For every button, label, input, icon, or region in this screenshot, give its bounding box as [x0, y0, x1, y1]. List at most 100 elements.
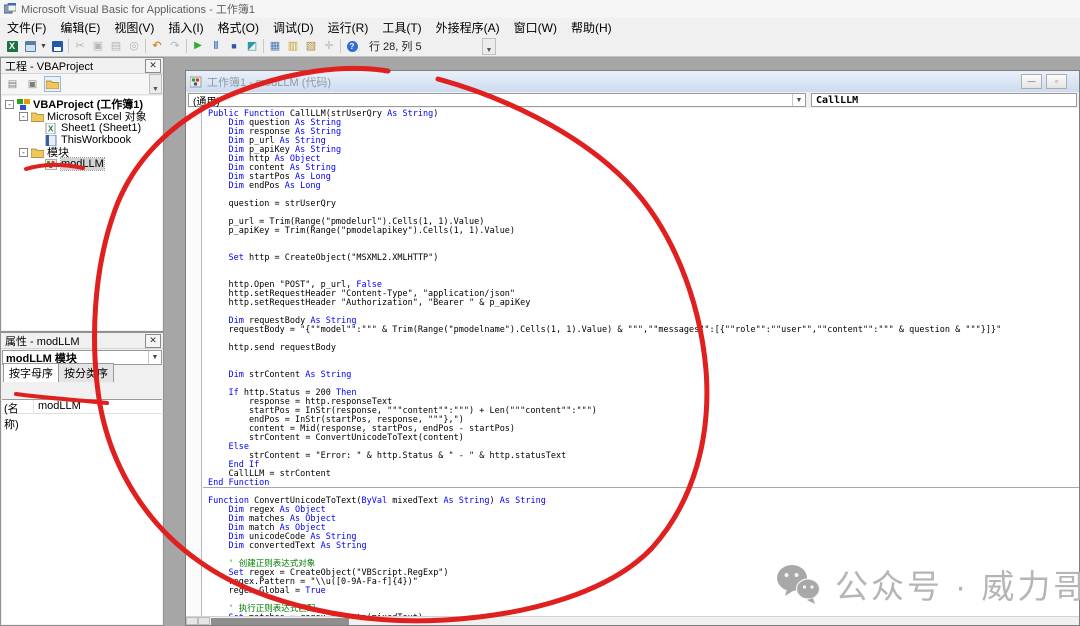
menu-item-6[interactable]: 运行(R)	[321, 17, 376, 38]
properties-panel-close-icon[interactable]: ✕	[145, 334, 161, 348]
vbaproject-icon	[17, 99, 30, 110]
code-line-17[interactable]: Set http = CreateObject("MSXML2.XMLHTTP"…	[208, 254, 1079, 263]
code-line-22[interactable]: http.setRequestHeader "Authorization", "…	[208, 299, 1079, 308]
split-handle-icon[interactable]	[198, 617, 210, 625]
copy-icon[interactable]: ▣	[89, 38, 107, 55]
toolbox-icon[interactable]: ✛	[320, 38, 338, 55]
view-code-icon[interactable]: ▤	[4, 76, 21, 92]
code-line-8[interactable]: Dim startPos As Long	[208, 173, 1079, 182]
code-line-46[interactable]: Dim matches As Object	[208, 515, 1079, 524]
menu-item-0[interactable]: 文件(F)	[0, 17, 53, 38]
find-icon[interactable]: ◎	[125, 38, 143, 55]
property-value[interactable]: modLLM	[34, 400, 81, 413]
code-line-37[interactable]: strContent = ConvertUnicodeToText(conten…	[208, 434, 1079, 443]
code-line-10[interactable]	[208, 191, 1079, 200]
menu-bar: 文件(F)编辑(E)视图(V)插入(I)格式(O)调试(D)运行(R)工具(T)…	[0, 18, 1080, 36]
toggle-folders-icon[interactable]	[44, 76, 61, 92]
properties-grid: (名称) modLLM	[2, 399, 162, 624]
tree-item-label: modLLM	[61, 158, 104, 170]
run-icon[interactable]: ▶	[189, 38, 207, 55]
code-line-5[interactable]: Dim p_apiKey As String	[208, 146, 1079, 155]
code-line-41[interactable]: CallLLM = strContent	[208, 470, 1079, 479]
help-icon[interactable]: ?	[343, 38, 361, 55]
code-line-39[interactable]: strContent = "Error: " & http.Status & "…	[208, 452, 1079, 461]
code-line-30[interactable]: Dim strContent As String	[208, 371, 1079, 380]
code-line-28[interactable]	[208, 353, 1079, 362]
tree-item-modllm[interactable]: modLLM	[2, 158, 162, 170]
menu-item-9[interactable]: 窗口(W)	[507, 17, 564, 38]
object-browser-icon[interactable]: ▧	[302, 38, 320, 55]
restore-icon[interactable]: ▫	[1046, 74, 1067, 89]
code-line-6[interactable]: Dim http As Object	[208, 155, 1079, 164]
tree-item-sheet1-sheet1-[interactable]: XSheet1 (Sheet1)	[2, 122, 162, 134]
tree-item-thisworkbook[interactable]: ThisWorkbook	[2, 134, 162, 146]
tree-item--[interactable]: -模块	[2, 146, 162, 158]
properties-tabs: 按字母序 按分类序	[1, 366, 163, 382]
code-line-40[interactable]: End If	[208, 461, 1079, 470]
chevron-down-icon: ▼	[792, 94, 805, 106]
reset-icon[interactable]: ■	[225, 38, 243, 55]
split-handle-icon[interactable]	[186, 617, 198, 625]
code-window-titlebar: 工作簿1 - modLLM (代码) — ▫	[186, 71, 1079, 92]
code-line-26[interactable]	[208, 335, 1079, 344]
procedure-dropdown-value: CallLLM	[816, 95, 858, 106]
menu-item-8[interactable]: 外接程序(A)	[429, 17, 507, 38]
project-panel-scroll-icon[interactable]: ▼	[149, 74, 162, 94]
menu-item-5[interactable]: 调试(D)	[266, 17, 321, 38]
project-panel-close-icon[interactable]: ✕	[145, 59, 161, 73]
tab-alphabetic[interactable]: 按字母序	[3, 363, 59, 382]
code-line-11[interactable]: question = strUserQry	[208, 200, 1079, 209]
insert-userform-icon[interactable]	[21, 38, 39, 55]
code-line-27[interactable]: http.send requestBody	[208, 344, 1079, 353]
cut-icon[interactable]: ✂	[71, 38, 89, 55]
collapse-icon[interactable]: -	[19, 148, 28, 157]
view-excel-icon[interactable]: X	[3, 38, 21, 55]
menu-item-10[interactable]: 帮助(H)	[564, 17, 619, 38]
tree-item-microsoft-excel-[interactable]: -Microsoft Excel 对象	[2, 110, 162, 122]
chevron-down-icon: ▼	[148, 351, 161, 364]
code-line-49[interactable]: Dim convertedText As String	[208, 542, 1079, 551]
minimize-icon[interactable]: —	[1021, 74, 1042, 89]
menu-item-4[interactable]: 格式(O)	[211, 17, 266, 38]
code-line-42[interactable]: End Function	[203, 479, 1079, 488]
code-window-selectors: (通用) ▼ CallLLM	[186, 92, 1079, 108]
property-row[interactable]: (名称) modLLM	[2, 400, 162, 414]
object-dropdown[interactable]: (通用) ▼	[188, 93, 806, 107]
menu-item-2[interactable]: 视图(V)	[107, 17, 161, 38]
properties-window-icon[interactable]: ▥	[284, 38, 302, 55]
tab-categorized[interactable]: 按分类序	[58, 363, 114, 382]
paste-icon[interactable]: ▤	[107, 38, 125, 55]
code-line-25[interactable]: requestBody = "{""model"":""" & Trim(Ran…	[208, 326, 1079, 335]
code-text[interactable]: Public Function CallLLM(strUserQry As St…	[203, 108, 1079, 616]
redo-icon[interactable]: ↷	[166, 38, 184, 55]
code-editor[interactable]: Public Function CallLLM(strUserQry As St…	[186, 108, 1079, 616]
code-line-7[interactable]: Dim content As String	[208, 164, 1079, 173]
code-line-3[interactable]: Dim response As String	[208, 128, 1079, 137]
scrollbar-thumb[interactable]	[211, 618, 349, 625]
collapse-icon[interactable]: -	[5, 100, 14, 109]
module-icon	[45, 159, 58, 170]
code-line-44[interactable]: Function ConvertUnicodeToText(ByVal mixe…	[208, 497, 1079, 506]
code-line-45[interactable]: Dim regex As Object	[208, 506, 1079, 515]
view-object-icon[interactable]: ▣	[24, 76, 41, 92]
save-icon[interactable]	[48, 38, 66, 55]
horizontal-scrollbar[interactable]	[186, 616, 1079, 625]
break-icon[interactable]: ‖	[207, 38, 225, 55]
menu-item-7[interactable]: 工具(T)	[375, 17, 428, 38]
toolbar-overflow-icon[interactable]: ▼	[482, 38, 496, 55]
menu-item-1[interactable]: 编辑(E)	[53, 17, 107, 38]
folder-icon	[31, 111, 44, 122]
insert-dropdown-icon[interactable]: ▼	[39, 38, 48, 55]
code-line-18[interactable]	[208, 263, 1079, 272]
menu-item-3[interactable]: 插入(I)	[161, 17, 210, 38]
code-line-14[interactable]: p_apiKey = Trim(Range("pmodelapikey").Ce…	[208, 227, 1079, 236]
code-line-9[interactable]: Dim endPos As Long	[208, 182, 1079, 191]
procedure-dropdown[interactable]: CallLLM	[811, 93, 1077, 107]
project-explorer-panel: 工程 - VBAProject ✕ ▤ ▣ ▼ -VBAProject (工作簿…	[0, 57, 164, 332]
code-line-15[interactable]	[208, 236, 1079, 245]
collapse-icon[interactable]: -	[19, 112, 28, 121]
design-mode-icon[interactable]: ◩	[243, 38, 261, 55]
undo-icon[interactable]: ↶	[148, 38, 166, 55]
project-explorer-icon[interactable]: ▦	[266, 38, 284, 55]
code-window: 工作簿1 - modLLM (代码) — ▫ (通用) ▼ CallLLM Pu…	[185, 70, 1080, 626]
